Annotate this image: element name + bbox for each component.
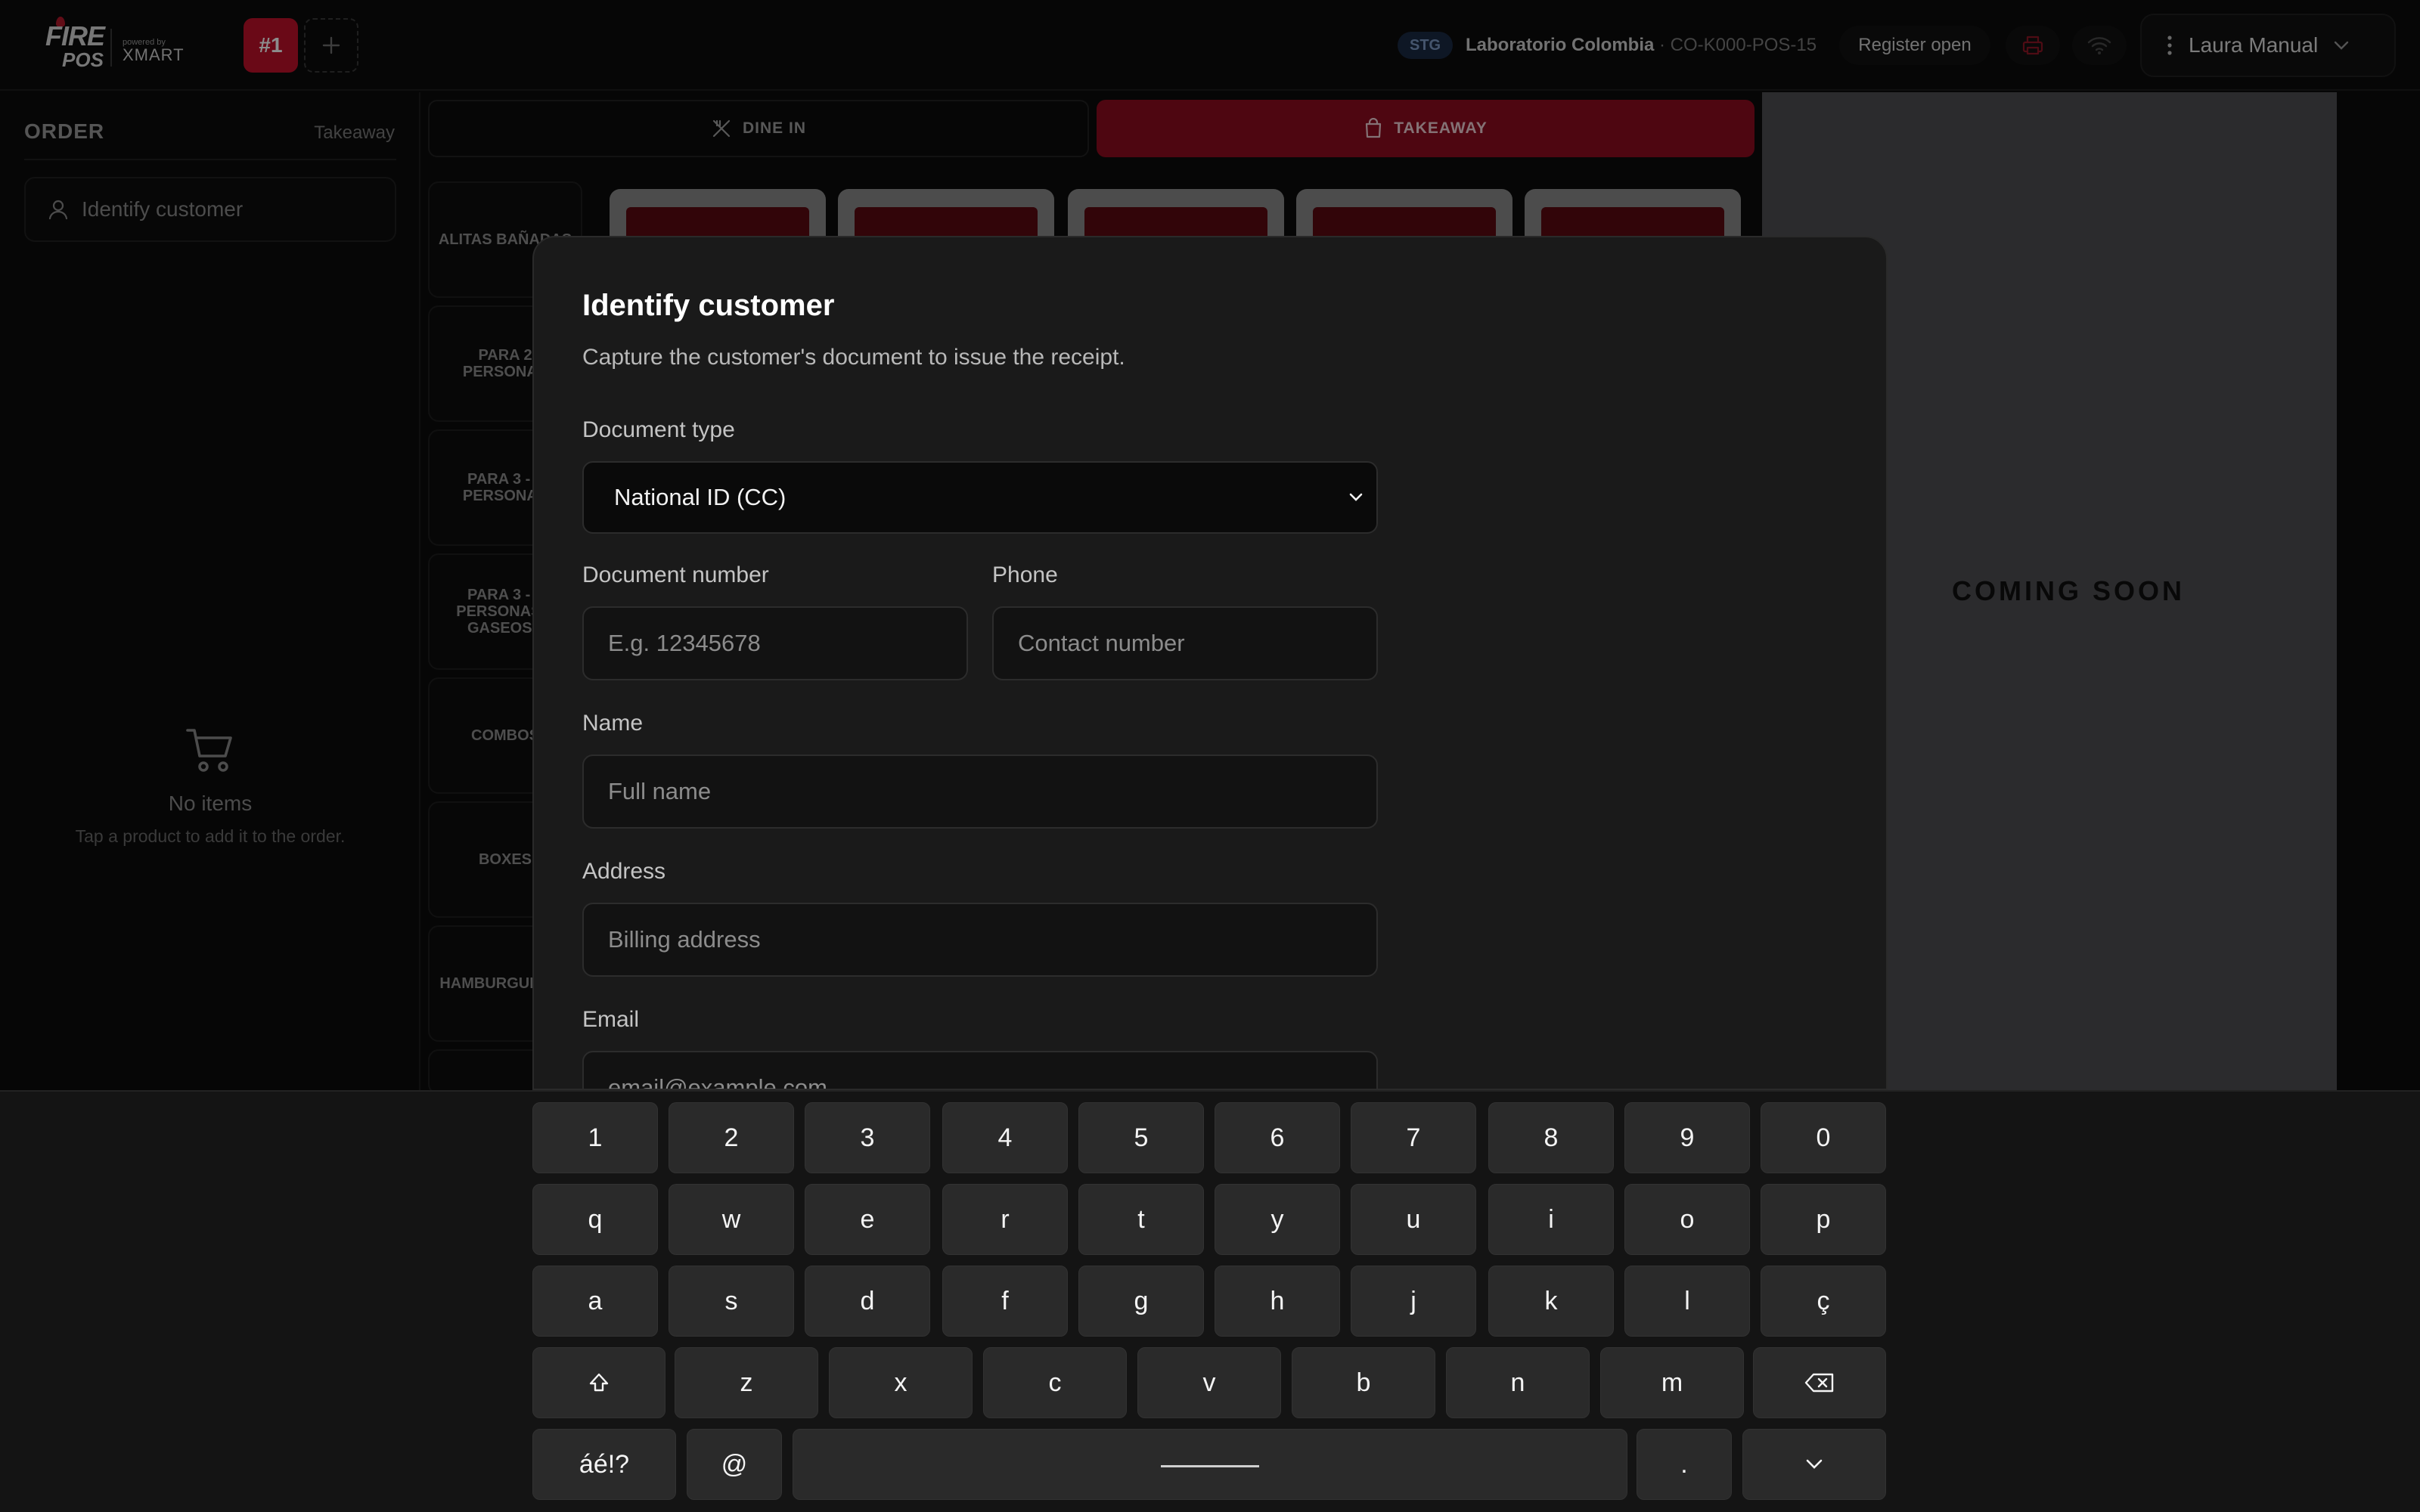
name-input[interactable]: Full name (582, 754, 1378, 829)
identify-customer-dialog: Identify customer Capture the customer's… (532, 236, 1888, 1090)
key-s[interactable]: s (669, 1266, 794, 1337)
key-t[interactable]: t (1078, 1184, 1204, 1255)
key-l[interactable]: l (1624, 1266, 1750, 1337)
shift-key[interactable] (532, 1347, 666, 1418)
key-a[interactable]: a (532, 1266, 658, 1337)
space-bar-indicator (1161, 1464, 1259, 1467)
key-4[interactable]: 4 (942, 1102, 1068, 1173)
key-1[interactable]: 1 (532, 1102, 658, 1173)
phone-label: Phone (992, 562, 1058, 587)
phone-input[interactable]: Contact number (992, 606, 1378, 680)
key-r[interactable]: r (942, 1184, 1068, 1255)
key-h[interactable]: h (1215, 1266, 1340, 1337)
key-i[interactable]: i (1488, 1184, 1614, 1255)
email-label: Email (582, 1007, 640, 1032)
key-2[interactable]: 2 (669, 1102, 794, 1173)
key-3[interactable]: 3 (805, 1102, 930, 1173)
backspace-key[interactable] (1753, 1347, 1886, 1418)
key-9[interactable]: 9 (1624, 1102, 1750, 1173)
key-j[interactable]: j (1351, 1266, 1476, 1337)
key-o[interactable]: o (1624, 1184, 1750, 1255)
document-type-value: National ID (CC) (614, 484, 786, 510)
key-w[interactable]: w (669, 1184, 794, 1255)
document-type-label: Document type (582, 417, 735, 442)
chevron-down-icon (1349, 493, 1363, 501)
email-input[interactable]: email@example.com (582, 1051, 1378, 1089)
address-input[interactable]: Billing address (582, 903, 1378, 977)
at-key[interactable]: @ (687, 1429, 782, 1500)
key-d[interactable]: d (805, 1266, 930, 1337)
key-e[interactable]: e (805, 1184, 930, 1255)
key-u[interactable]: u (1351, 1184, 1476, 1255)
name-label: Name (582, 711, 644, 736)
document-type-select[interactable]: National ID (CC) (582, 461, 1378, 534)
key-0[interactable]: 0 (1761, 1102, 1886, 1173)
key-k[interactable]: k (1488, 1266, 1614, 1337)
key-7[interactable]: 7 (1351, 1102, 1476, 1173)
shift-icon (589, 1373, 609, 1392)
dialog-subtitle: Capture the customer's document to issue… (582, 345, 1125, 370)
chevron-down-icon (1806, 1459, 1823, 1469)
key-6[interactable]: 6 (1215, 1102, 1340, 1173)
dialog-title: Identify customer (582, 289, 835, 322)
key-x[interactable]: x (829, 1347, 973, 1418)
key-b[interactable]: b (1292, 1347, 1435, 1418)
key-z[interactable]: z (675, 1347, 818, 1418)
period-key[interactable]: . (1637, 1429, 1732, 1500)
key-q[interactable]: q (532, 1184, 658, 1255)
document-number-label: Document number (582, 562, 769, 587)
document-number-input[interactable]: E.g. 12345678 (582, 606, 968, 680)
address-label: Address (582, 859, 666, 884)
key-f[interactable]: f (942, 1266, 1068, 1337)
hide-keyboard-key[interactable] (1742, 1429, 1886, 1500)
key-p[interactable]: p (1761, 1184, 1886, 1255)
space-key[interactable] (793, 1429, 1627, 1500)
key-5[interactable]: 5 (1078, 1102, 1204, 1173)
key-y[interactable]: y (1215, 1184, 1340, 1255)
key-m[interactable]: m (1600, 1347, 1744, 1418)
key-v[interactable]: v (1137, 1347, 1281, 1418)
symbols-key[interactable]: áé!? (532, 1429, 676, 1500)
key-g[interactable]: g (1078, 1266, 1204, 1337)
key-n[interactable]: n (1446, 1347, 1590, 1418)
key-c-cedilla[interactable]: ç (1761, 1266, 1886, 1337)
backspace-icon (1804, 1373, 1834, 1393)
key-c[interactable]: c (983, 1347, 1127, 1418)
key-8[interactable]: 8 (1488, 1102, 1614, 1173)
on-screen-keyboard: 1 2 3 4 5 6 7 8 9 0 q w e r t y u i o p … (0, 1090, 2420, 1512)
